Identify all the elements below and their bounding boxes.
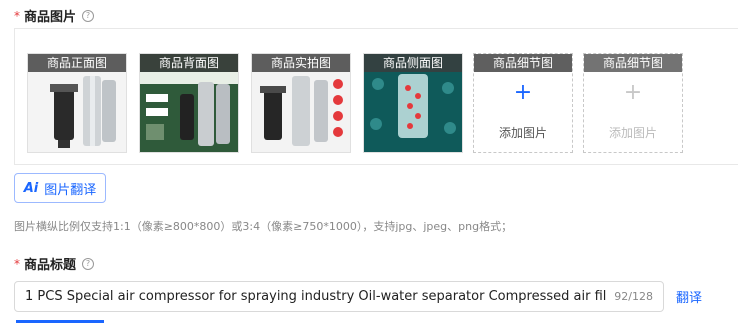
plus-icon: +	[623, 80, 643, 105]
image-slot-real[interactable]: 商品实拍图	[251, 53, 351, 153]
plus-icon: +	[513, 80, 533, 105]
image-format-hint: 图片横纵比例仅支持1:1（像素≥800*800）或3:4（像素≥750*1000…	[14, 220, 513, 233]
image-translate-label: 图片翻译	[44, 182, 97, 198]
slot-label: 商品细节图	[474, 54, 572, 72]
slot-label: 商品细节图	[584, 54, 682, 72]
image-translate-button[interactable]: Ai 图片翻译	[14, 173, 106, 203]
slot-label: 商品侧面图	[364, 54, 462, 72]
title-translate-link[interactable]: 翻译	[676, 287, 702, 306]
title-input-value[interactable]: 1 PCS Special air compressor for sprayin…	[25, 289, 606, 304]
add-detail-image-button[interactable]: 商品细节图 + 添加图片	[473, 53, 573, 153]
image-slot-front[interactable]: 商品正面图	[27, 53, 127, 153]
required-mark: *	[14, 8, 20, 23]
images-label-text: 商品图片	[24, 10, 77, 25]
image-upload-panel: 商品正面图 商品背面图 商品实拍图 商品侧面图 商品细节图 + 添加图片 商品细…	[14, 28, 738, 165]
image-slot-side[interactable]: 商品侧面图	[363, 53, 463, 153]
product-title-input[interactable]: 1 PCS Special air compressor for sprayin…	[14, 281, 664, 312]
title-section-label: * 商品标题 ?	[14, 254, 95, 273]
question-circle-icon[interactable]: ?	[82, 257, 95, 270]
slot-label: 商品正面图	[28, 54, 126, 72]
ai-icon: Ai	[23, 180, 39, 196]
images-section-label: * 商品图片 ?	[14, 6, 95, 25]
add-detail-image-button-disabled: 商品细节图 + 添加图片	[583, 53, 683, 153]
title-label-text: 商品标题	[24, 258, 77, 273]
add-image-text: 添加图片	[498, 126, 547, 140]
title-char-count: 92/128	[614, 290, 653, 303]
add-image-text: 添加图片	[608, 126, 657, 140]
required-mark: *	[14, 256, 20, 271]
slot-label: 商品实拍图	[252, 54, 350, 72]
slot-label: 商品背面图	[140, 54, 238, 72]
question-circle-icon[interactable]: ?	[82, 9, 95, 22]
image-slot-back[interactable]: 商品背面图	[139, 53, 239, 153]
